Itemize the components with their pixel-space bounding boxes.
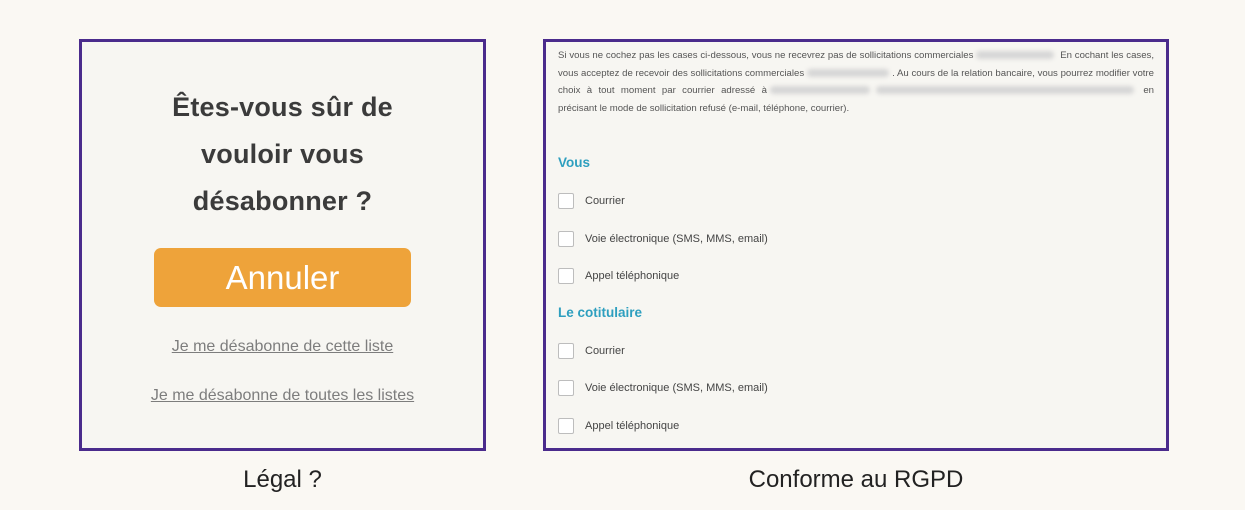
checkbox-cotitulaire-voie-electronique[interactable]: Voie électronique (SMS, MMS, email)	[558, 380, 768, 396]
checkbox[interactable]	[558, 193, 574, 209]
section-title-cotitulaire: Le cotitulaire	[558, 305, 643, 320]
option-label: Courrier	[585, 195, 625, 207]
unsubscribe-question: Êtes-vous sûr de vouloir vous désabonner…	[82, 84, 483, 225]
checkbox[interactable]	[558, 231, 574, 247]
redacted-text	[807, 68, 890, 77]
question-line-3: désabonner ?	[192, 186, 373, 216]
checkbox-vous-voie-electronique[interactable]: Voie électronique (SMS, MMS, email)	[558, 231, 768, 247]
option-label: Appel téléphonique	[585, 270, 680, 282]
caption-legal: Légal ?	[243, 466, 322, 493]
question-line-2: vouloir vous	[201, 139, 364, 169]
option-label: Voie électronique (SMS, MMS, email)	[585, 382, 768, 394]
unsubscribe-this-list-link[interactable]: Je me désabonne de cette liste	[82, 338, 483, 356]
redacted-text	[976, 51, 1055, 60]
option-label: Voie électronique (SMS, MMS, email)	[585, 233, 768, 245]
checkbox[interactable]	[558, 418, 574, 434]
option-label: Courrier	[585, 345, 625, 357]
section-title-vous: Vous	[558, 155, 591, 170]
checkbox-cotitulaire-courrier[interactable]: Courrier	[558, 343, 625, 359]
question-line-1: Êtes-vous sûr de	[172, 92, 393, 122]
consent-notice: Si vous ne cochez pas les cases ci-desso…	[558, 47, 1154, 117]
unsubscribe-panel: Êtes-vous sûr de vouloir vous désabonner…	[79, 39, 486, 451]
unsubscribe-all-lists-link[interactable]: Je me désabonne de toutes les listes	[82, 387, 483, 405]
gdpr-consent-panel: Si vous ne cochez pas les cases ci-desso…	[543, 39, 1169, 451]
checkbox[interactable]	[558, 268, 574, 284]
notice-line-1: Si vous ne cochez pas les cases ci-desso…	[558, 50, 974, 61]
caption-rgpd: Conforme au RGPD	[748, 466, 964, 493]
checkbox[interactable]	[558, 343, 574, 359]
checkbox[interactable]	[558, 380, 574, 396]
checkbox-vous-courrier[interactable]: Courrier	[558, 193, 625, 209]
option-label: Appel téléphonique	[585, 420, 680, 432]
checkbox-vous-appel[interactable]: Appel téléphonique	[558, 268, 679, 284]
cancel-button[interactable]: Annuler	[154, 248, 411, 307]
redacted-text	[769, 86, 870, 95]
redacted-text	[875, 86, 1134, 95]
checkbox-cotitulaire-appel[interactable]: Appel téléphonique	[558, 418, 679, 434]
